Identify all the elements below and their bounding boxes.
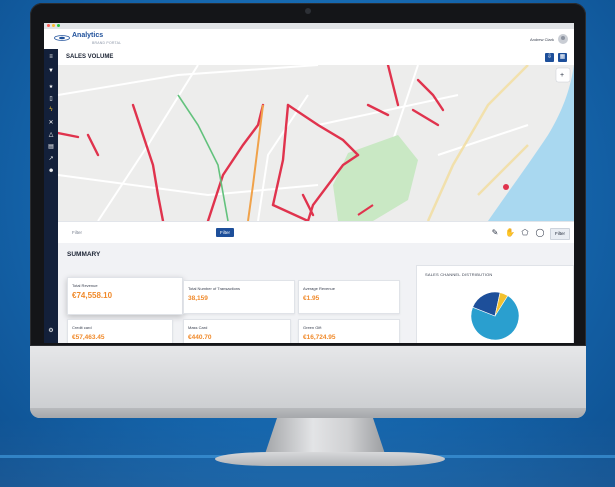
lightning-icon[interactable]: ϟ — [48, 107, 54, 113]
summary-section: SUMMARY Total Revenue €74,558.10 Total N… — [58, 243, 574, 343]
kpi-value: €1.95 — [303, 295, 320, 302]
kpi-card-mass-card[interactable]: Mass Card €440.70 — [183, 319, 291, 343]
maximize-dot[interactable] — [57, 24, 60, 27]
app-logo-subtitle: BRAND PORTAL — [92, 41, 122, 45]
polygon-tool-icon[interactable]: ⬠ — [520, 228, 530, 238]
kpi-label: Credit card — [72, 325, 92, 330]
river — [488, 65, 574, 221]
star-icon[interactable]: ★ — [48, 85, 54, 90]
sales-map[interactable]: + — [58, 65, 574, 221]
monitor-stand — [265, 418, 385, 454]
kpi-card-average-revenue[interactable]: Average Revenue €1.95 — [298, 280, 400, 314]
distribution-title: SALES CHANNEL DISTRIBUTION — [425, 272, 493, 277]
close-dot[interactable] — [47, 24, 50, 27]
kpi-value: 38,159 — [188, 295, 208, 302]
filter-bar: Filter Filter ✎ ✋ ⬠ ◯ Filter — [58, 221, 574, 245]
filter-input[interactable]: Filter — [72, 230, 82, 235]
kpi-label: Total Number of Transactions — [188, 286, 241, 291]
park-area — [333, 135, 418, 221]
table-icon: ▦ — [559, 54, 566, 60]
kpi-value: €16,724.95 — [303, 334, 336, 341]
summary-title: SUMMARY — [67, 251, 101, 258]
monitor-base — [215, 452, 445, 466]
kpi-label: Green Gift — [303, 325, 322, 330]
user-name[interactable]: Andrew Clark — [530, 37, 554, 42]
kpi-value: €57,463.45 — [72, 334, 105, 341]
map-canvas[interactable]: + — [58, 65, 574, 221]
minimize-dot[interactable] — [52, 24, 55, 27]
avatar[interactable] — [558, 34, 568, 44]
screen: Analytics BRAND PORTAL Andrew Clark ≡ ▼ … — [44, 23, 574, 343]
hand-tool-icon[interactable]: ✋ — [505, 228, 515, 238]
tools-icon[interactable]: ✕ — [48, 120, 54, 126]
export-button[interactable]: ⇩ — [545, 53, 554, 62]
list-icon[interactable]: ▤ — [48, 144, 54, 150]
page-title-bar: SALES VOLUME ⇩ ▦ — [58, 49, 574, 65]
export-icon: ⇩ — [546, 54, 553, 60]
kpi-value: €440.70 — [188, 334, 212, 341]
table-view-button[interactable]: ▦ — [558, 53, 567, 62]
app-header: Analytics BRAND PORTAL Andrew Clark — [44, 29, 574, 50]
document-icon[interactable]: ▯ — [48, 96, 54, 102]
warning-icon[interactable]: △ — [48, 132, 54, 138]
kpi-label: Average Revenue — [303, 286, 335, 291]
kpi-card-green-gift[interactable]: Green Gift €16,724.95 — [298, 319, 400, 343]
map-marker — [503, 184, 509, 190]
app-logo-text[interactable]: Analytics — [72, 32, 103, 39]
svg-text:+: + — [560, 72, 564, 79]
kpi-label: Mass Card — [188, 325, 208, 330]
menu-icon[interactable]: ≡ — [48, 54, 54, 60]
apply-filter-button[interactable]: Filter — [216, 228, 234, 237]
page-title: SALES VOLUME — [66, 54, 114, 60]
map-filter-button[interactable]: Filter — [550, 228, 570, 240]
kpi-card-transactions[interactable]: Total Number of Transactions 38,159 — [183, 280, 295, 314]
brand-logo-icon — [54, 35, 70, 41]
kpi-card-total-revenue[interactable]: Total Revenue €74,558.10 — [67, 277, 183, 315]
settings-icon[interactable]: ⚙ — [48, 328, 54, 334]
kpi-card-credit-card[interactable]: Credit card €57,463.45 — [67, 319, 173, 343]
chart-icon[interactable]: ↗ — [48, 156, 54, 162]
kpi-value: €74,558.10 — [72, 291, 113, 300]
kpi-label: Total Revenue — [72, 283, 98, 288]
distribution-pie-chart[interactable] — [417, 266, 573, 343]
monitor-chin-edge — [30, 408, 586, 418]
lasso-tool-icon[interactable]: ◯ — [535, 228, 545, 238]
pin-tool-icon[interactable]: ✎ — [490, 228, 500, 238]
camera-dot — [305, 8, 311, 14]
users-icon[interactable]: ☻ — [48, 168, 54, 174]
sales-channel-distribution-card: SALES CHANNEL DISTRIBUTION — [416, 265, 574, 343]
filter-icon[interactable]: ▼ — [48, 68, 54, 74]
sidebar: ≡ ▼ ★ ▯ ϟ ✕ △ ▤ ↗ ☻ ⚙ — [44, 49, 58, 343]
